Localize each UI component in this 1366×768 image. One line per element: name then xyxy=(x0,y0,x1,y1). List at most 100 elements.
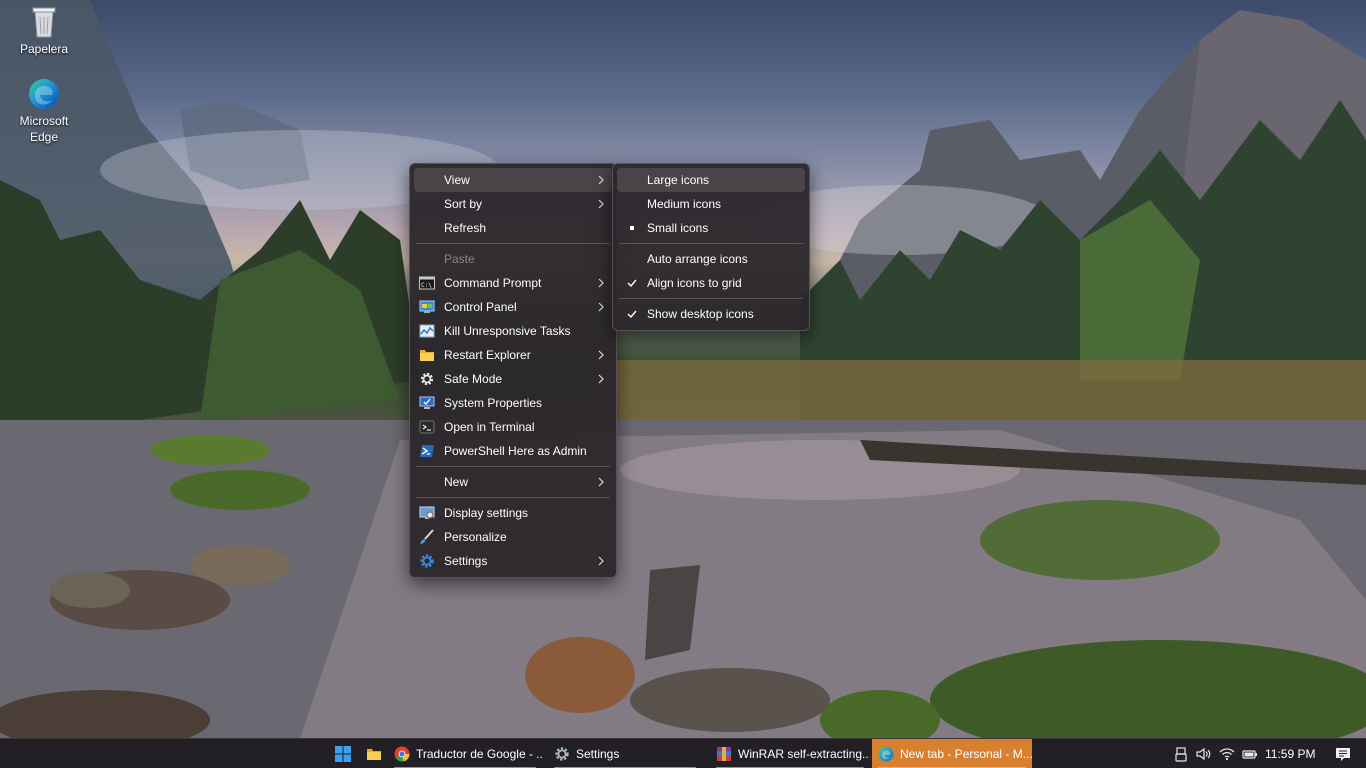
menu-separator xyxy=(416,497,610,498)
settings-gear-icon xyxy=(420,554,434,568)
menu-item-paste: Paste xyxy=(414,247,612,271)
terminal-icon xyxy=(419,420,435,434)
wallpaper-landscape xyxy=(0,0,1366,738)
desktop-context-menu: View Sort by Refresh Paste C:\ Command P… xyxy=(409,163,617,578)
menu-item-personalize[interactable]: Personalize xyxy=(414,525,612,549)
submenu-item-auto-arrange-icons[interactable]: Auto arrange icons xyxy=(617,247,805,271)
menu-item-label: New xyxy=(444,475,469,489)
menu-item-label: Personalize xyxy=(444,530,507,544)
gear-icon xyxy=(420,372,434,386)
menu-item-powershell-here-as-admin[interactable]: PowerShell Here as Admin xyxy=(414,439,612,463)
file-explorer-button[interactable] xyxy=(362,739,386,768)
recycle-bin-label: Papelera xyxy=(19,42,69,56)
menu-item-view[interactable]: View xyxy=(414,168,612,192)
task-manager-icon xyxy=(419,324,435,338)
taskbar-clock[interactable]: 11:59 PM xyxy=(1265,739,1315,768)
menu-item-label: Control Panel xyxy=(444,300,517,314)
menu-separator xyxy=(416,243,610,244)
taskbar-app-winrar[interactable]: WinRAR self-extracting... xyxy=(710,739,870,768)
desktop-icon-microsoft-edge[interactable]: Microsoft Edge xyxy=(7,77,81,145)
menu-separator xyxy=(619,243,803,244)
taskbar-app-label: Settings xyxy=(576,747,620,761)
computer-icon xyxy=(419,396,435,409)
edge-icon xyxy=(878,746,894,762)
menu-item-new[interactable]: New xyxy=(414,470,612,494)
submenu-item-label: Show desktop icons xyxy=(647,307,754,321)
wifi-icon[interactable] xyxy=(1219,746,1235,762)
svg-text:C:\: C:\ xyxy=(421,282,432,289)
submenu-item-label: Auto arrange icons xyxy=(647,252,748,266)
winrar-icon xyxy=(717,747,731,761)
menu-item-label: Refresh xyxy=(444,221,487,235)
submenu-item-label: Medium icons xyxy=(647,197,722,211)
taskbar-app-label: WinRAR self-extracting... xyxy=(738,747,870,761)
windows-logo-icon xyxy=(335,746,351,762)
taskbar-app-chrome[interactable]: Traductor de Google - ... xyxy=(388,739,542,768)
start-button[interactable] xyxy=(330,739,356,768)
menu-item-display-settings[interactable]: Display settings xyxy=(414,501,612,525)
chevron-right-icon xyxy=(598,374,604,384)
submenu-item-medium-icons[interactable]: Medium icons xyxy=(617,192,805,216)
folder-icon xyxy=(420,350,434,361)
menu-item-label: Restart Explorer xyxy=(444,348,531,362)
usb-device-icon[interactable] xyxy=(1173,746,1189,762)
taskbar-app-label: New tab - Personal - M... xyxy=(900,747,1032,761)
menu-item-safe-mode[interactable]: Safe Mode xyxy=(414,367,612,391)
menu-item-refresh[interactable]: Refresh xyxy=(414,216,612,240)
edge-label: Microsoft Edge xyxy=(19,114,69,144)
submenu-item-large-icons[interactable]: Large icons xyxy=(617,168,805,192)
control-panel-icon xyxy=(419,300,435,313)
menu-item-label: System Properties xyxy=(444,396,543,410)
submenu-item-label: Large icons xyxy=(647,173,710,187)
settings-icon xyxy=(555,747,569,761)
menu-separator xyxy=(416,466,610,467)
chevron-right-icon xyxy=(598,302,604,312)
menu-item-label: Settings xyxy=(444,554,488,568)
brush-icon xyxy=(420,529,434,544)
chevron-right-icon xyxy=(598,477,604,487)
submenu-item-align-icons-to-grid[interactable]: Align icons to grid xyxy=(617,271,805,295)
check-icon xyxy=(627,279,637,288)
menu-item-command-prompt[interactable]: C:\ Command Prompt xyxy=(414,271,612,295)
chevron-right-icon xyxy=(598,199,604,209)
taskbar-app-label: Traductor de Google - ... xyxy=(416,747,542,761)
chevron-right-icon xyxy=(598,175,604,185)
menu-item-label: PowerShell Here as Admin xyxy=(444,444,587,458)
file-explorer-icon xyxy=(367,749,381,760)
chevron-right-icon xyxy=(598,556,604,566)
taskbar-app-edge[interactable]: New tab - Personal - M... xyxy=(872,739,1032,768)
menu-item-label: Command Prompt xyxy=(444,276,542,290)
menu-item-kill-unresponsive-tasks[interactable]: Kill Unresponsive Tasks xyxy=(414,319,612,343)
recycle-bin-icon xyxy=(32,7,56,38)
taskbar: Traductor de Google - ... Settings WinRA… xyxy=(0,738,1366,768)
submenu-item-label: Small icons xyxy=(647,221,709,235)
menu-item-label: Sort by xyxy=(444,197,483,211)
powershell-icon xyxy=(420,445,434,457)
menu-item-sort-by[interactable]: Sort by xyxy=(414,192,612,216)
menu-item-system-properties[interactable]: System Properties xyxy=(414,391,612,415)
chevron-right-icon xyxy=(598,350,604,360)
submenu-item-label: Align icons to grid xyxy=(647,276,742,290)
menu-item-label: View xyxy=(444,173,470,187)
bullet-icon xyxy=(630,226,634,230)
menu-item-label: Display settings xyxy=(444,506,529,520)
menu-item-label: Kill Unresponsive Tasks xyxy=(444,324,571,338)
battery-icon[interactable] xyxy=(1242,746,1258,762)
taskbar-app-settings[interactable]: Settings xyxy=(548,739,702,768)
submenu-item-small-icons[interactable]: Small icons xyxy=(617,216,805,240)
menu-item-open-in-terminal[interactable]: Open in Terminal xyxy=(414,415,612,439)
menu-separator xyxy=(619,298,803,299)
menu-item-label: Open in Terminal xyxy=(444,420,535,434)
menu-item-settings[interactable]: Settings xyxy=(414,549,612,573)
menu-item-label: Safe Mode xyxy=(444,372,503,386)
display-icon xyxy=(419,506,435,519)
submenu-item-show-desktop-icons[interactable]: Show desktop icons xyxy=(617,302,805,326)
menu-item-restart-explorer[interactable]: Restart Explorer xyxy=(414,343,612,367)
command-prompt-icon: C:\ xyxy=(419,276,435,290)
notification-center-icon[interactable] xyxy=(1335,746,1351,762)
volume-icon[interactable] xyxy=(1195,746,1211,762)
desktop-icon-recycle-bin[interactable]: Papelera xyxy=(7,5,81,57)
chevron-right-icon xyxy=(598,278,604,288)
desktop-wallpaper xyxy=(0,0,1366,768)
menu-item-control-panel[interactable]: Control Panel xyxy=(414,295,612,319)
